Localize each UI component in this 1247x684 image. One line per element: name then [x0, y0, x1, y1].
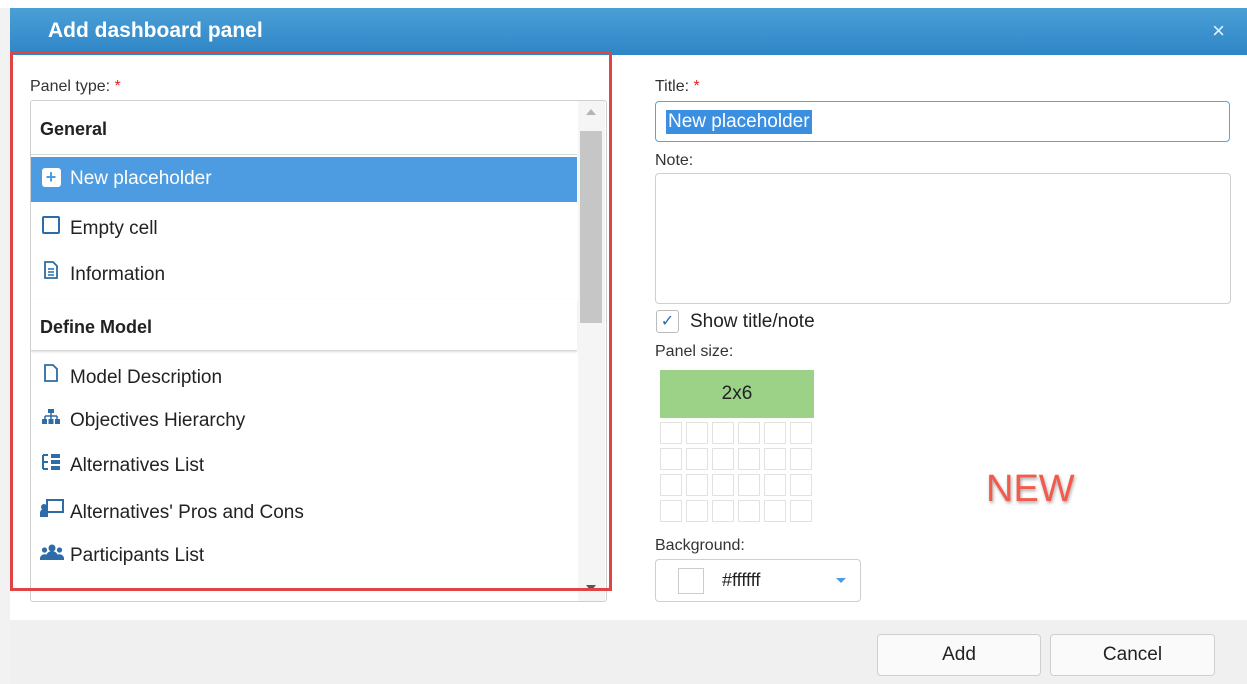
panel-size-cell[interactable] [790, 448, 812, 470]
cancel-button[interactable]: Cancel [1050, 634, 1215, 676]
required-mark: * [114, 78, 121, 95]
list-item-alternatives-list[interactable]: Alternatives List [31, 443, 577, 488]
panel-size-cell[interactable] [686, 474, 708, 496]
list-item-information[interactable]: Information [31, 250, 577, 295]
panel-size-cell[interactable] [764, 474, 786, 496]
add-dashboard-panel-dialog: Add dashboard panel × Panel type: * Gene… [0, 0, 1247, 684]
document-icon [40, 261, 62, 284]
close-icon[interactable]: × [1212, 18, 1225, 44]
title-input[interactable]: New placeholder [655, 101, 1230, 142]
panel-type-label: Panel type: * [30, 78, 121, 95]
list-item-label: Participants List [70, 545, 205, 566]
list-item-participants-list[interactable]: Participants List [31, 533, 577, 578]
page-icon [40, 364, 62, 387]
panel-size-cell[interactable] [790, 422, 812, 444]
list-item-label: New placeholder [70, 168, 212, 189]
panel-size-cell[interactable] [738, 422, 760, 444]
chevron-down-icon[interactable] [836, 578, 846, 583]
panel-size-cell[interactable] [660, 422, 682, 444]
title-label: Title: * [655, 78, 700, 95]
show-title-note-label: Show title/note [690, 311, 815, 332]
panel-size-selection[interactable]: 2x6 [660, 370, 814, 418]
panel-size-cell[interactable] [686, 448, 708, 470]
panel-size-cell[interactable] [712, 422, 734, 444]
panel-size-label: Panel size: [655, 343, 734, 360]
panel-size-cell[interactable] [790, 474, 812, 496]
add-button[interactable]: Add [877, 634, 1041, 676]
panel-size-grid[interactable]: 2x6 [660, 370, 816, 525]
dialog-titlebar: Add dashboard panel × [10, 8, 1247, 55]
list-item-label: Model Description [70, 367, 223, 388]
color-swatch [678, 568, 704, 594]
list-item-label: Empty cell [70, 218, 158, 239]
dialog-title: Add dashboard panel [48, 19, 263, 42]
panel-size-cell[interactable] [738, 448, 760, 470]
plus-square-icon: + [40, 168, 62, 188]
required-mark: * [693, 78, 700, 95]
new-badge: NEW [986, 468, 1075, 510]
list-item-objectives-hierarchy[interactable]: Objectives Hierarchy [31, 398, 577, 443]
panel-size-cell[interactable] [660, 448, 682, 470]
list-item-label: Information [70, 264, 166, 285]
panel-size-cell[interactable] [764, 422, 786, 444]
scroll-up-arrow-icon[interactable] [586, 109, 596, 115]
hierarchy-icon [40, 409, 62, 430]
scroll-thumb[interactable] [580, 131, 602, 323]
list-item-label: Alternatives' Pros and Cons [70, 502, 304, 523]
panel-type-list[interactable]: General + New placeholder Empty cell Info… [30, 100, 607, 602]
panel-size-cell[interactable] [764, 500, 786, 522]
dialog-left-edge [0, 8, 10, 684]
note-textarea[interactable] [655, 173, 1231, 304]
group-header-define-model: Define Model [31, 299, 577, 351]
note-label: Note: [655, 152, 694, 169]
list-scrollbar[interactable] [578, 101, 605, 601]
list-item-new-placeholder[interactable]: + New placeholder [31, 157, 577, 202]
group-header-general: General [31, 101, 577, 155]
list-item-empty-cell[interactable]: Empty cell [31, 205, 577, 250]
panel-size-cell[interactable] [660, 474, 682, 496]
users-icon [40, 544, 64, 565]
panel-size-cell[interactable] [686, 422, 708, 444]
panel-size-cell[interactable] [660, 500, 682, 522]
background-color-select[interactable]: #ffffff [655, 559, 861, 602]
list-item-model-description[interactable]: Model Description [31, 353, 577, 398]
panel-size-cell[interactable] [712, 474, 734, 496]
show-title-note-checkbox[interactable]: ✓ [656, 310, 679, 333]
background-label: Background: [655, 537, 745, 554]
panel-size-cell[interactable] [738, 500, 760, 522]
list-icon [40, 454, 62, 475]
panel-size-cell[interactable] [764, 448, 786, 470]
panel-size-cell[interactable] [738, 474, 760, 496]
presentation-icon [40, 499, 64, 522]
title-input-value: New placeholder [666, 110, 812, 134]
background-value: #ffffff [722, 570, 761, 590]
list-item-label: Alternatives List [70, 455, 205, 476]
empty-square-icon [40, 216, 62, 238]
panel-size-cell[interactable] [712, 448, 734, 470]
panel-size-cell[interactable] [712, 500, 734, 522]
list-item-alternatives-pros-cons[interactable]: Alternatives' Pros and Cons [31, 488, 577, 533]
scroll-down-arrow-icon[interactable] [586, 585, 596, 591]
panel-size-cell[interactable] [686, 500, 708, 522]
list-item-label: Objectives Hierarchy [70, 410, 246, 431]
panel-size-cell[interactable] [790, 500, 812, 522]
